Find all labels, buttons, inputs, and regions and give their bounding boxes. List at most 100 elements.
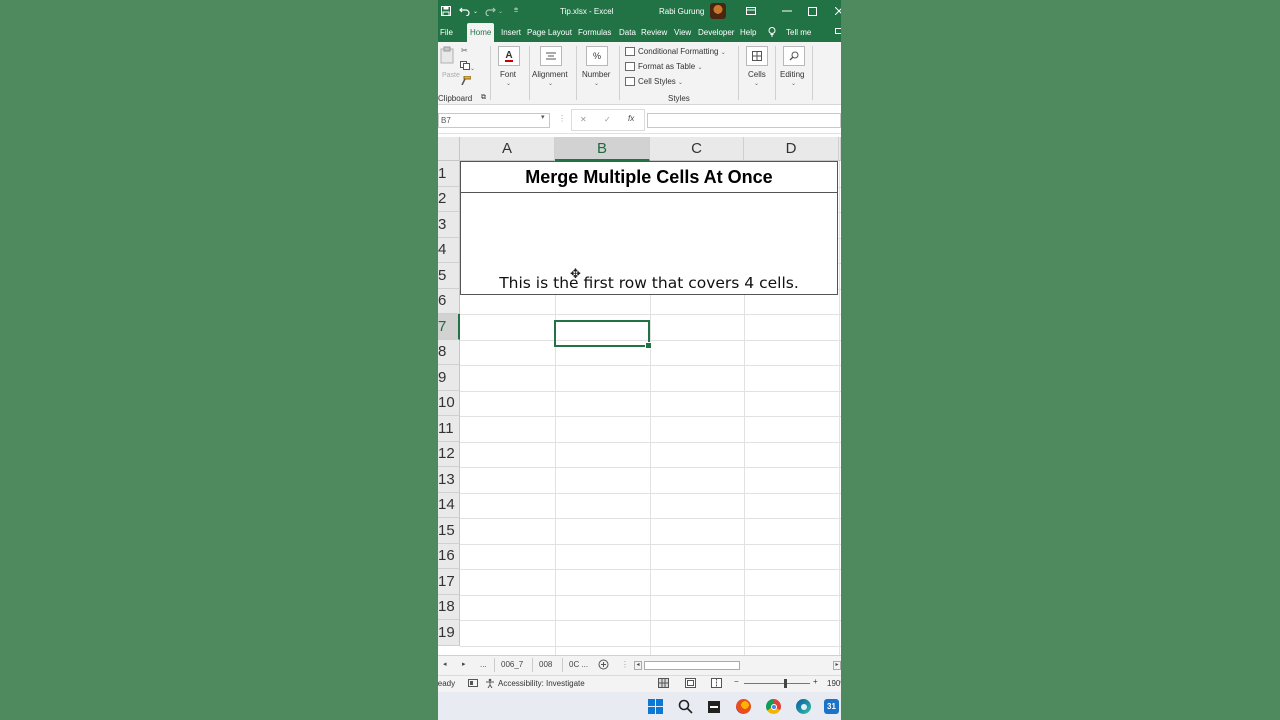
ribbon-display-icon[interactable] (746, 0, 756, 22)
customize-icon[interactable]: ⩧ (514, 0, 518, 22)
cancel-icon[interactable]: ✕ (580, 115, 587, 124)
accessibility-icon[interactable] (485, 678, 495, 690)
row-header-12[interactable]: 12 (438, 441, 460, 467)
row-header-6[interactable]: 6 (438, 288, 460, 314)
row-header-13[interactable]: 13 (438, 467, 460, 493)
number-icon[interactable]: % (586, 46, 608, 66)
font-icon[interactable]: A (498, 46, 520, 66)
row-header-8[interactable]: 8 (438, 339, 460, 365)
file-explorer-icon[interactable] (706, 699, 721, 714)
row-header-15[interactable]: 15 (438, 518, 460, 544)
row-header-18[interactable]: 18 (438, 594, 460, 620)
sheet-tab[interactable]: 0C ... (569, 660, 588, 669)
tab-review[interactable]: Review (641, 22, 667, 42)
cells-icon[interactable] (746, 46, 768, 66)
tab-page-layout[interactable]: Page Layout (527, 22, 572, 42)
row-header-4[interactable]: 4 (438, 237, 460, 263)
column-header-d[interactable]: D (744, 137, 839, 161)
page-layout-view-icon[interactable] (685, 678, 696, 690)
redo-icon[interactable]: ⌄ (484, 0, 503, 22)
cell-styles-button[interactable]: Cell Styles ⌄ (625, 77, 683, 87)
accessibility-status[interactable]: Accessibility: Investigate (498, 679, 585, 688)
row-header-3[interactable]: 3 (438, 212, 460, 238)
merged-title-cell[interactable]: Merge Multiple Cells At Once (460, 161, 838, 193)
lightbulb-icon[interactable] (768, 22, 776, 42)
chrome-icon[interactable] (766, 699, 781, 714)
row-header-1[interactable]: 1 (438, 161, 460, 187)
maximize-icon[interactable] (808, 0, 817, 22)
tab-developer[interactable]: Developer (698, 22, 734, 42)
format-painter-icon[interactable] (461, 75, 472, 87)
insert-function-button[interactable]: fx (628, 114, 634, 123)
save-icon[interactable] (441, 0, 451, 22)
tab-data[interactable]: Data (619, 22, 636, 42)
tab-formulas[interactable]: Formulas (578, 22, 611, 42)
tab-home[interactable]: Home (467, 23, 495, 42)
column-header-e[interactable] (839, 137, 841, 161)
more-icon[interactable]: ⋮ (558, 114, 566, 123)
tab-split-handle[interactable]: ⋮ (621, 660, 629, 669)
row-header-5[interactable]: 5 (438, 263, 460, 289)
macro-record-icon[interactable] (468, 678, 478, 690)
worksheet-grid[interactable]: A B C D 1 2 3 4 5 6 7 8 9 10 11 12 13 14 15 16 17 18 19 Me… (438, 137, 841, 656)
zoom-out-icon[interactable]: − (734, 677, 739, 686)
row-header-9[interactable]: 9 (438, 365, 460, 391)
scroll-left-icon[interactable]: ◂ (443, 660, 447, 668)
edge-icon[interactable] (796, 699, 811, 714)
select-all-corner[interactable] (438, 137, 460, 161)
cut-icon[interactable]: ✂ (461, 46, 468, 55)
zoom-slider[interactable] (744, 683, 810, 684)
zoom-in-icon[interactable]: + (813, 677, 818, 686)
zoom-level[interactable]: 190% (827, 679, 841, 688)
hscroll-right-icon[interactable]: ▸ (833, 661, 841, 670)
close-icon[interactable] (835, 0, 841, 22)
column-header-b[interactable]: B (555, 137, 650, 161)
search-icon[interactable] (678, 699, 693, 714)
formula-input[interactable] (647, 113, 841, 128)
firefox-icon[interactable] (736, 699, 751, 714)
horizontal-scrollbar-thumb[interactable] (644, 661, 740, 670)
tab-help[interactable]: Help (740, 22, 756, 42)
hscroll-left-icon[interactable]: ◂ (634, 661, 642, 670)
chevron-down-icon[interactable]: ▾ (541, 113, 545, 121)
column-header-c[interactable]: C (650, 137, 744, 161)
sheet-more[interactable]: ... (480, 660, 487, 669)
active-cell-b7[interactable] (554, 320, 652, 349)
avatar[interactable] (710, 0, 726, 22)
column-header-a[interactable]: A (460, 137, 555, 161)
tab-file[interactable]: File (440, 22, 453, 42)
add-sheet-icon[interactable] (598, 659, 609, 672)
normal-view-icon[interactable] (658, 678, 669, 690)
row-header-17[interactable]: 17 (438, 569, 460, 595)
row-header-11[interactable]: 11 (438, 416, 460, 442)
row-header-10[interactable]: 10 (438, 390, 460, 416)
zoom-slider-thumb[interactable] (784, 679, 787, 688)
row-header-16[interactable]: 16 (438, 543, 460, 569)
tab-insert[interactable]: Insert (501, 22, 521, 42)
name-box[interactable]: B7 (438, 113, 550, 128)
paste-icon[interactable] (440, 46, 454, 66)
tell-me-search[interactable]: Tell me (786, 22, 811, 42)
merged-text-cell[interactable]: This is the first row that covers 4 cell… (460, 192, 838, 295)
tab-view[interactable]: View (674, 22, 691, 42)
paste-button[interactable]: Paste (442, 72, 460, 79)
scroll-right-icon[interactable]: ▸ (462, 660, 466, 668)
row-header-19[interactable]: 19 (438, 620, 460, 646)
sheet-tab[interactable]: 006_7 (501, 660, 523, 669)
alignment-icon[interactable] (540, 46, 562, 66)
conditional-formatting-button[interactable]: Conditional Formatting ⌄ (625, 47, 726, 57)
copy-icon[interactable]: ⌄ (460, 61, 475, 72)
calendar-icon[interactable]: 31 (824, 699, 839, 714)
undo-icon[interactable]: ⌄ (459, 0, 478, 22)
row-header-7[interactable]: 7 (438, 314, 460, 340)
row-header-2[interactable]: 2 (438, 186, 460, 212)
page-break-view-icon[interactable] (711, 678, 722, 690)
sheet-tab[interactable]: 008 (539, 660, 552, 669)
minimize-icon[interactable] (782, 0, 792, 22)
enter-icon[interactable]: ✓ (604, 115, 611, 124)
search-icon[interactable] (783, 46, 805, 66)
windows-icon[interactable] (648, 699, 663, 714)
dialog-launcher-icon[interactable]: ⧉ (481, 94, 486, 102)
row-header-14[interactable]: 14 (438, 492, 460, 518)
format-as-table-button[interactable]: Format as Table ⌄ (625, 62, 702, 72)
